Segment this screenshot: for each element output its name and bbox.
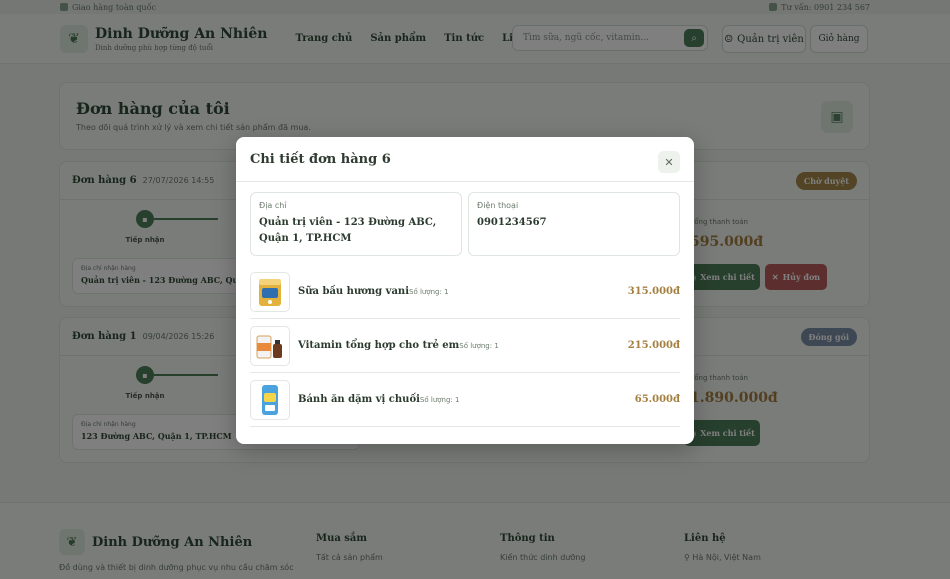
product-image xyxy=(250,325,290,366)
close-icon: ✕ xyxy=(664,155,674,169)
modal-title: Chi tiết đơn hàng 6 xyxy=(250,151,391,167)
item-qty: Số lượng: 1 xyxy=(459,341,499,350)
address-value: Quản trị viên - 123 Đường ABC, Quận 1, T… xyxy=(259,217,437,244)
list-item: Sữa bầu hương vani Số lượng: 1 315.000đ xyxy=(250,265,680,319)
item-qty: Số lượng: 1 xyxy=(419,395,460,404)
item-list: Sữa bầu hương vani Số lượng: 1 315.000đ … xyxy=(250,265,680,427)
close-modal-button[interactable]: ✕ xyxy=(658,151,680,173)
item-price: 65.000đ xyxy=(634,394,680,405)
product-image xyxy=(250,379,290,420)
item-name: Sữa bầu hương vani xyxy=(298,286,409,297)
item-price: 215.000đ xyxy=(627,340,680,351)
phone-label: Điện thoại xyxy=(477,201,519,210)
product-image xyxy=(250,271,290,312)
phone-value: 0901234567 xyxy=(477,217,547,228)
address-box: Địa chỉ Quản trị viên - 123 Đường ABC, Q… xyxy=(250,192,462,256)
item-price: 315.000đ xyxy=(627,286,680,297)
item-name: Bánh ăn dặm vị chuối xyxy=(298,394,420,405)
list-item: Vitamin tổng hợp cho trẻ em Số lượng: 1 … xyxy=(250,319,680,373)
phone-box: Điện thoại 0901234567 xyxy=(468,192,680,256)
order-detail-modal: Chi tiết đơn hàng 6 ✕ Địa chỉ Quản trị v… xyxy=(236,137,694,444)
item-qty: Số lượng: 1 xyxy=(409,287,449,296)
list-item: Bánh ăn dặm vị chuối Số lượng: 1 65.000đ xyxy=(250,373,680,427)
address-label: Địa chỉ xyxy=(259,201,287,210)
item-name: Vitamin tổng hợp cho trẻ em xyxy=(298,340,460,351)
